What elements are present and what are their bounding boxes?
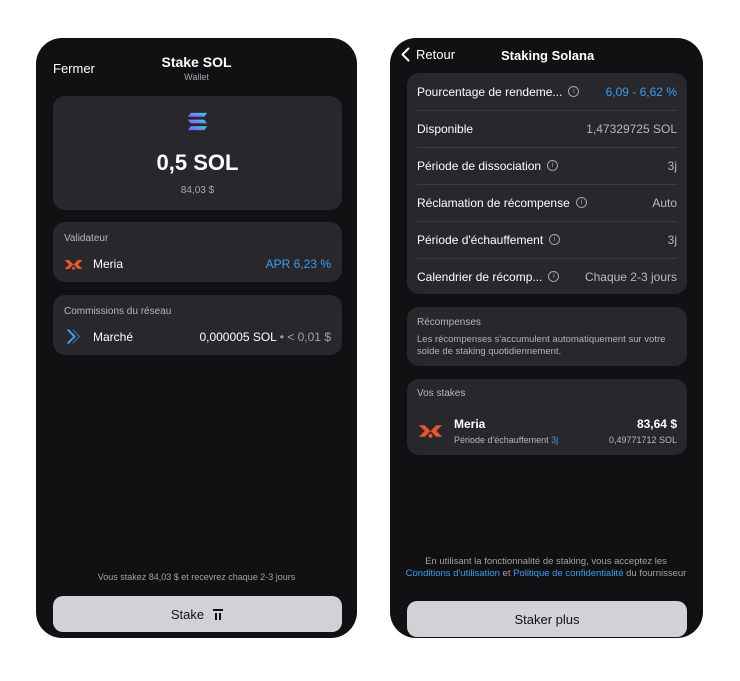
stake-validator-name: Meria <box>454 417 486 431</box>
market-icon <box>67 329 80 344</box>
stake-usd: 83,64 $ <box>636 417 677 431</box>
info-row-warmup[interactable]: Période d'échauffement i 3j <box>417 221 677 259</box>
info-value: 3j <box>667 158 677 173</box>
info-label: Disponible <box>417 121 474 136</box>
rewards-heading: Récompenses <box>417 317 481 328</box>
info-row-reward-claim[interactable]: Réclamation de récompense i Auto <box>417 184 677 222</box>
info-value: Chaque 2-3 jours <box>584 269 677 284</box>
your-stakes-card[interactable]: Vos stakes Meria Période d'échauffement … <box>407 379 687 455</box>
info-icon[interactable]: i <box>575 197 587 208</box>
stake-period: Période d'échauffement 3j <box>454 435 558 445</box>
page-subtitle: Wallet <box>184 72 209 82</box>
back-chevron-icon <box>401 47 410 62</box>
terms-of-use-link[interactable]: Conditions d'utilisation <box>406 568 500 579</box>
info-label: Période de dissociation <box>417 158 542 173</box>
meria-logo-icon <box>64 260 83 270</box>
stake-summary-text: Vous stakez 84,03 $ et recevrez chaque 2… <box>97 572 296 582</box>
info-label: Période d'échauffement <box>417 232 544 247</box>
info-row-available: Disponible 1,47329725 SOL <box>417 110 677 148</box>
fee-speed-label: Marché <box>93 330 134 344</box>
info-row-reward-schedule[interactable]: Calendrier de récomp... i Chaque 2-3 jour… <box>417 258 677 295</box>
stake-sol-screen: Fermer Stake SOL Wallet 0,5 SOL 84,03 $ … <box>36 38 357 638</box>
terms-and: et <box>499 568 514 579</box>
info-icon[interactable]: i <box>549 234 561 245</box>
info-label: Pourcentage de rendeme... <box>417 84 563 99</box>
back-label: Retour <box>416 47 456 62</box>
staking-solana-screen: Retour Staking Solana Pourcentage de ren… <box>390 38 703 638</box>
info-value: 1,47329725 SOL <box>586 121 677 136</box>
staking-info-card: Pourcentage de rendeme... i 6,09 - 6,62 %… <box>407 73 687 294</box>
fee-usd: < 0,01 $ <box>287 330 331 344</box>
solana-logo-icon <box>187 112 208 131</box>
fee-separator: • <box>276 330 288 344</box>
stake-amount[interactable]: 0,5 SOL <box>53 150 342 176</box>
info-row-unbonding[interactable]: Période de dissociation i 3j <box>417 147 677 185</box>
info-icon[interactable]: i <box>547 160 559 171</box>
validator-heading: Validateur <box>64 233 109 244</box>
page-title: Staking Solana <box>501 48 595 63</box>
privacy-policy-link[interactable]: Politique de confidentialité <box>513 568 623 579</box>
page-title: Stake SOL <box>161 54 232 70</box>
info-value: 3j <box>667 232 677 247</box>
meria-logo-icon <box>418 425 443 438</box>
network-fees-card[interactable]: Commissions du réseau Marché 0,000005 SO… <box>53 295 342 355</box>
terms-prefix: En utilisant la fonctionnalité de stakin… <box>425 556 667 567</box>
stake-amount-usd: 84,03 $ <box>180 185 215 196</box>
stake-period-value: 3j <box>551 435 559 445</box>
info-label: Réclamation de récompense <box>417 195 570 210</box>
info-value: Auto <box>652 195 677 210</box>
terms-notice: En utilisant la fonctionnalité de stakin… <box>404 556 688 580</box>
info-value: 6,09 - 6,62 % <box>605 84 677 99</box>
rewards-card: Récompenses Les récompenses s'accumulent… <box>407 307 687 366</box>
validator-card[interactable]: Validateur Meria APR 6,23 % <box>53 222 342 282</box>
stake-icon <box>213 608 224 620</box>
terms-suffix: du fournisseur <box>623 568 687 579</box>
stakes-heading: Vos stakes <box>417 388 466 399</box>
info-row-yield[interactable]: Pourcentage de rendeme... i 6,09 - 6,62 % <box>417 73 677 111</box>
fees-heading: Commissions du réseau <box>64 306 172 317</box>
info-label: Calendrier de récomp... <box>417 269 543 284</box>
back-button[interactable]: Retour <box>401 47 455 62</box>
stake-period-label: Période d'échauffement <box>454 435 549 445</box>
validator-apr: APR 6,23 % <box>265 257 331 271</box>
stake-more-button[interactable]: Staker plus <box>407 601 687 637</box>
rewards-text: Les récompenses s'accumulent automatique… <box>417 334 666 357</box>
stake-button[interactable]: Stake <box>53 596 342 632</box>
amount-card: 0,5 SOL 84,03 $ <box>53 96 342 210</box>
stake-button-label: Stake <box>170 606 205 622</box>
stake-sol: 0,49771712 SOL <box>608 435 677 445</box>
validator-name: Meria <box>93 257 124 271</box>
fee-value: 0,000005 SOL • < 0,01 $ <box>199 330 331 344</box>
fee-sol: 0,000005 SOL <box>199 330 277 344</box>
info-icon[interactable]: i <box>568 86 580 97</box>
info-icon[interactable]: i <box>548 271 560 282</box>
